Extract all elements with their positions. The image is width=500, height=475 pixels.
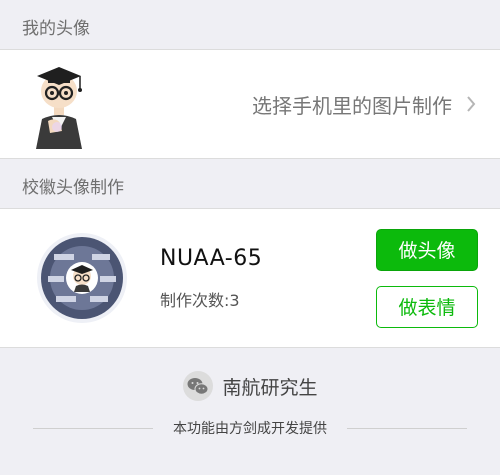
brand-footer: 南航研究生 (0, 370, 500, 402)
badge-section-header: 校徽头像制作 (22, 178, 124, 198)
my-avatar-header: 我的头像 (22, 19, 90, 39)
credit-line: 本功能由方剑成开发提供 (0, 418, 500, 438)
make-avatar-button[interactable]: 做头像 (376, 228, 478, 271)
badge-row: NUAA-65 制作次数:3 做头像 做表情 (0, 208, 500, 348)
brand-name: 南航研究生 (222, 376, 318, 399)
make-sticker-button[interactable]: 做表情 (376, 285, 478, 328)
choose-photo-label: 选择手机里的图片制作 (252, 93, 452, 118)
avatar-row[interactable]: 选择手机里的图片制作 (0, 49, 500, 159)
badge-name: NUAA-65 (160, 245, 263, 271)
avatar-image (36, 67, 82, 149)
divider-left (33, 427, 153, 429)
wechat-icon (183, 371, 214, 401)
chevron-right-icon (467, 96, 476, 112)
credit-text: 本功能由方剑成开发提供 (173, 421, 327, 437)
make-count: 制作次数:3 (160, 290, 240, 310)
badge-avatar-image (37, 233, 127, 323)
divider-right (347, 427, 467, 429)
